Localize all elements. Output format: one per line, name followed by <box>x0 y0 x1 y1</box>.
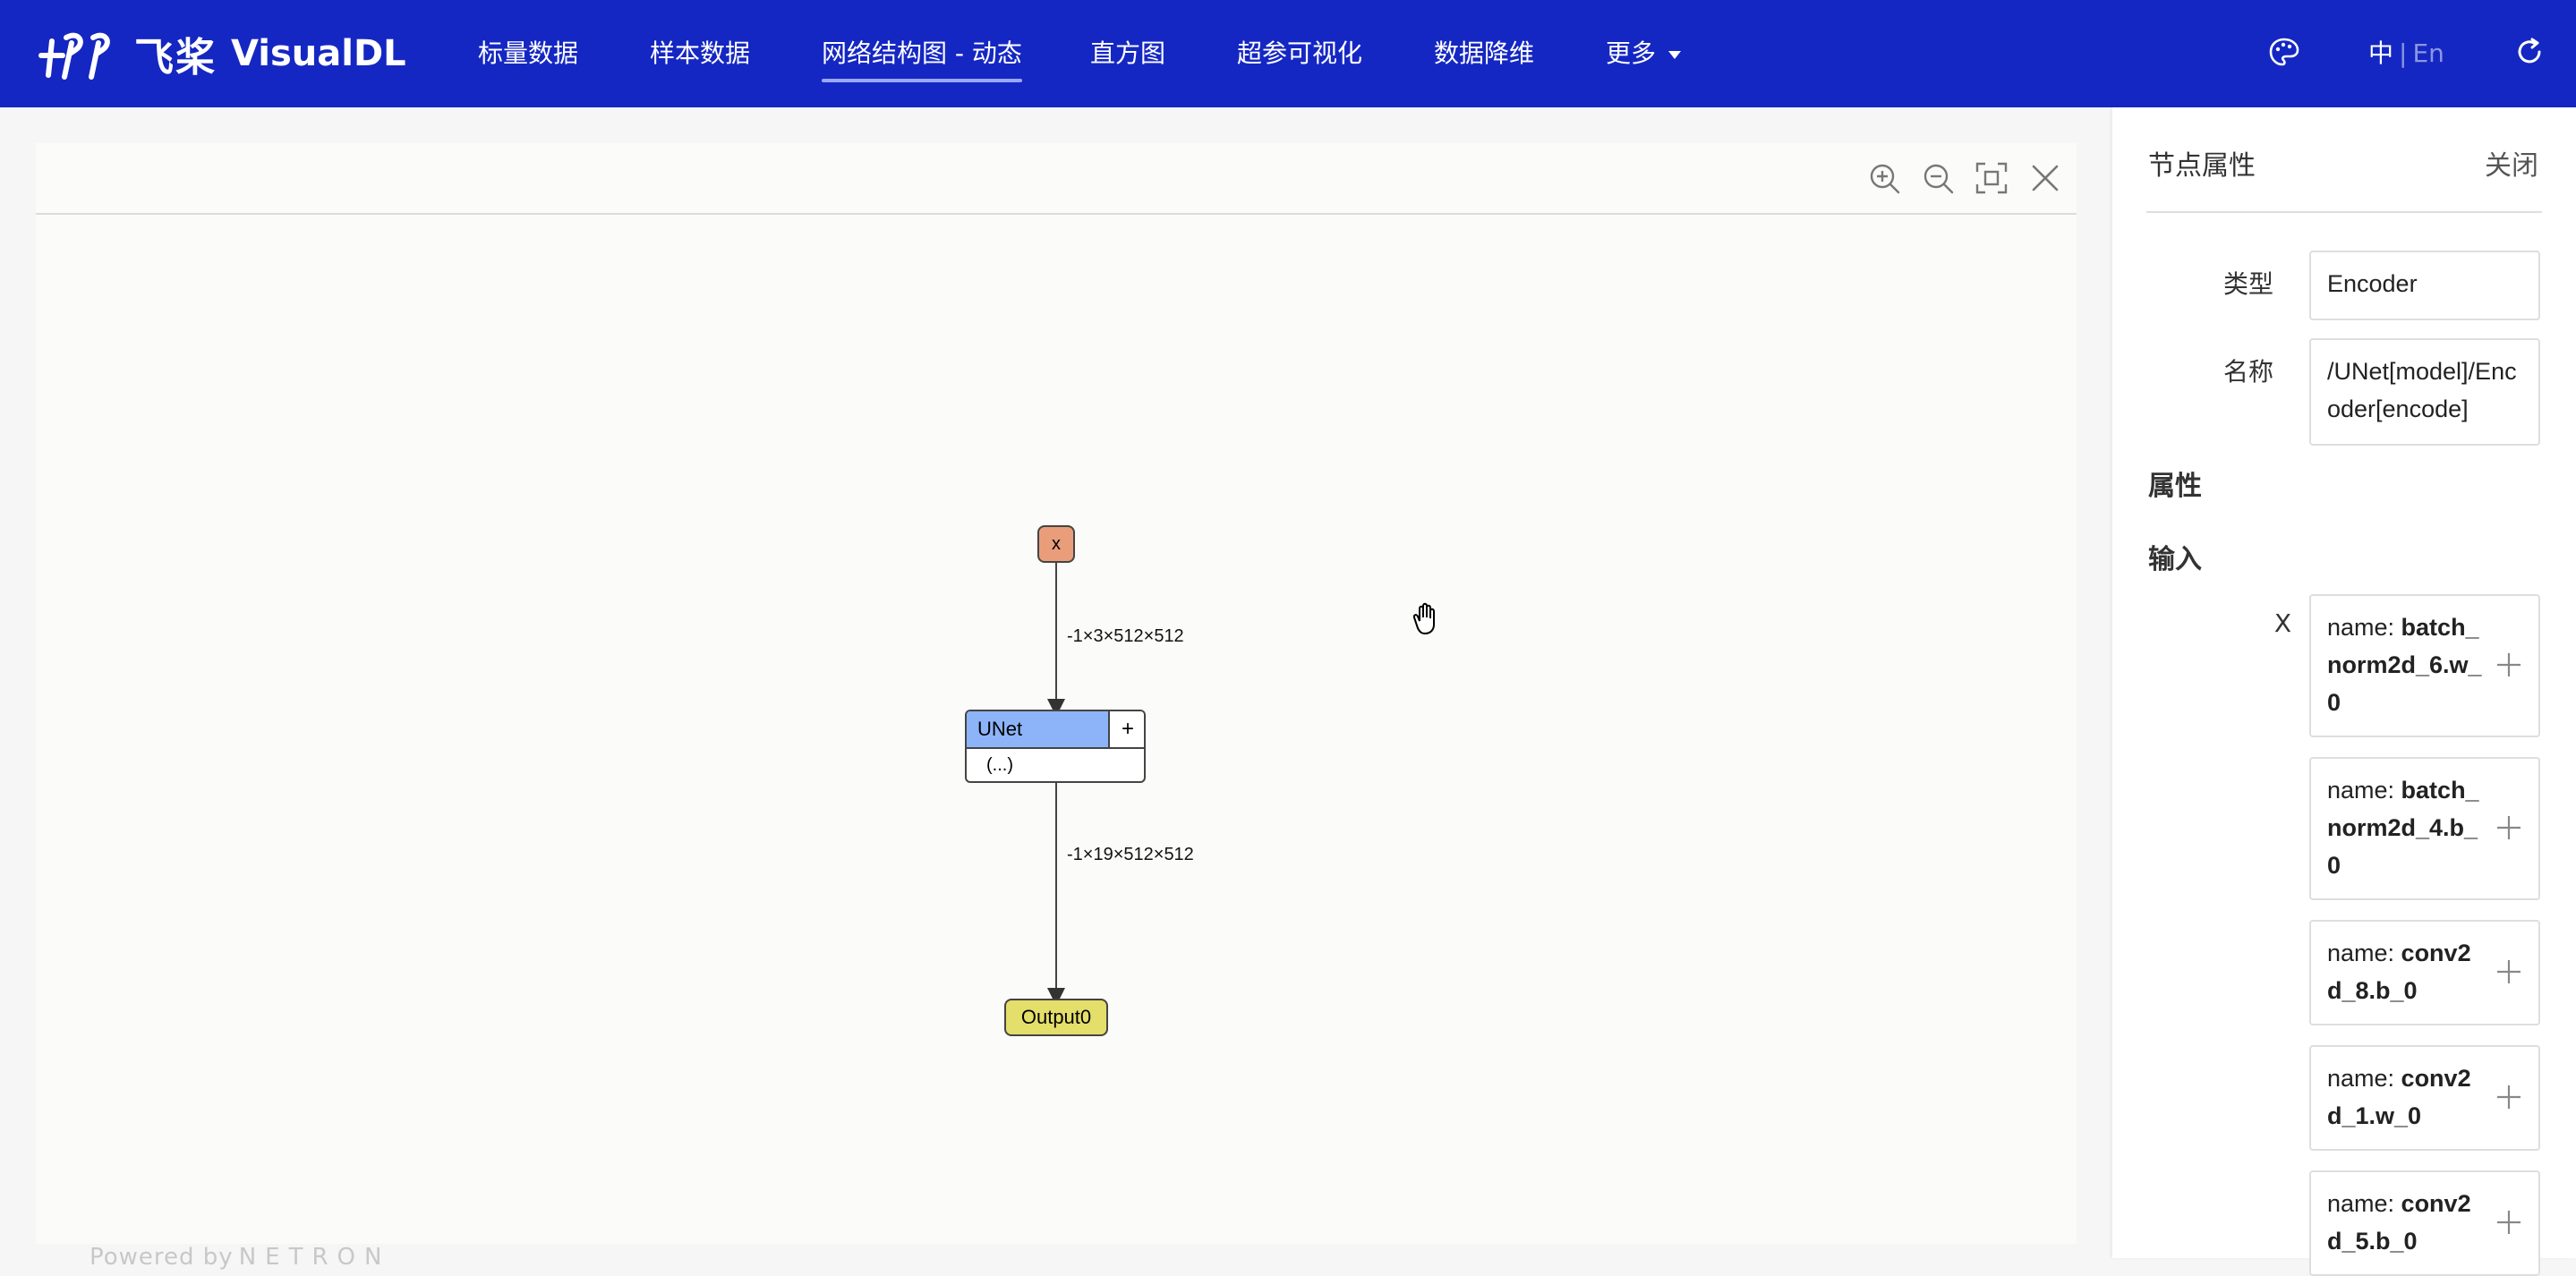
node-properties-panel: 节点属性 关闭 类型 Encoder 名称 /UNet[model]/Encod… <box>2112 107 2576 1276</box>
nav-hyperparameters[interactable]: 超参可视化 <box>1237 0 1362 107</box>
palette-icon[interactable] <box>2268 36 2300 68</box>
panel-title: 节点属性 <box>2148 150 2256 182</box>
paddle-logo-icon <box>38 32 110 80</box>
brand-chinese: 飞桨 <box>134 35 217 81</box>
graph-node-input[interactable]: x <box>1037 525 1075 563</box>
paddle-logo[interactable]: 飞桨 VisualDL <box>36 25 406 82</box>
input-prefix: name: <box>2327 614 2401 641</box>
unet-node-attributes: (...) <box>967 747 1144 781</box>
expand-plus-icon[interactable] <box>2494 1207 2524 1238</box>
edge-label-output-shape: -1×19×512×512 <box>1067 845 1194 864</box>
lang-en[interactable]: En <box>2412 38 2444 68</box>
expand-plus-icon[interactable] <box>2494 812 2524 843</box>
input-prefix: name: <box>2327 1190 2401 1217</box>
expand-node-button[interactable]: + <box>1108 711 1144 747</box>
top-nav-bar: 飞桨 VisualDL 标量数据 样本数据 网络结构图 - 动态 直方图 超参可… <box>0 0 2576 107</box>
unet-node-title: UNet <box>967 711 1108 747</box>
fit-screen-icon[interactable] <box>1973 159 2010 197</box>
type-field[interactable]: Encoder <box>2309 251 2540 320</box>
powered-by-label: Powered by <box>90 1244 234 1271</box>
expand-plus-icon[interactable] <box>2494 1082 2524 1112</box>
input-prefix: name: <box>2327 777 2401 804</box>
panel-close-button[interactable]: 关闭 <box>2485 143 2538 183</box>
expand-plus-icon[interactable] <box>2494 650 2524 680</box>
nav-more-label: 更多 <box>1606 38 1657 68</box>
graph-canvas[interactable]: x -1×3×512×512 UNet + (...) -1×19×512×51… <box>36 215 2077 1271</box>
powered-by-netron: Powered by NETRON <box>90 1244 390 1271</box>
nav-graph-dynamic[interactable]: 网络结构图 - 动态 <box>822 0 1022 107</box>
nav-histogram[interactable]: 直方图 <box>1090 0 1165 107</box>
language-switch[interactable]: 中 | En <box>2368 0 2444 107</box>
input-card[interactable]: name: conv2d_1.w_0 <box>2309 1045 2540 1151</box>
chevron-down-icon <box>1668 50 1682 59</box>
type-label: 类型 <box>2222 269 2273 299</box>
nav-more-menu[interactable]: 更多 <box>1606 0 1682 107</box>
hand-cursor-icon <box>1412 602 1435 635</box>
input-prefix: name: <box>2327 1065 2401 1092</box>
input-card[interactable]: name: conv2d_5.b_0 <box>2309 1170 2540 1276</box>
graph-node-output[interactable]: Output0 <box>1004 999 1108 1036</box>
netron-logo: NETRON <box>238 1244 391 1271</box>
attributes-section-title: 属性 <box>2148 471 2202 502</box>
inputs-section-title: 输入 <box>2148 544 2202 575</box>
input-prefix: name: <box>2327 940 2401 966</box>
graph-toolbar <box>36 143 2077 215</box>
expand-plus-icon[interactable] <box>2494 957 2524 987</box>
input-param-name: X <box>2273 608 2291 638</box>
input-card[interactable]: name: conv2d_8.b_0 <box>2309 920 2540 1025</box>
refresh-icon[interactable] <box>2513 36 2546 68</box>
input-card[interactable]: name: batch_norm2d_6.w_0 <box>2309 594 2540 737</box>
name-label: 名称 <box>2222 357 2273 387</box>
nav-dimension-reduction[interactable]: 数据降维 <box>1434 0 1534 107</box>
nav-scalar[interactable]: 标量数据 <box>478 0 578 107</box>
close-icon[interactable] <box>2026 159 2064 197</box>
nav-samples[interactable]: 样本数据 <box>650 0 750 107</box>
graph-panel: x -1×3×512×512 UNet + (...) -1×19×512×51… <box>36 143 2077 1271</box>
panel-divider <box>2146 211 2542 213</box>
lang-zh[interactable]: 中 <box>2368 38 2393 68</box>
zoom-out-icon[interactable] <box>1919 159 1957 197</box>
lang-separator: | <box>2399 38 2408 68</box>
input-card[interactable]: name: batch_norm2d_4.b_0 <box>2309 757 2540 900</box>
brand-name: VisualDL <box>231 33 406 74</box>
name-field[interactable]: /UNet[model]/Encoder[encode] <box>2309 338 2540 446</box>
edge-label-input-shape: -1×3×512×512 <box>1067 626 1184 646</box>
graph-node-unet[interactable]: UNet + (...) <box>965 710 1146 783</box>
zoom-in-icon[interactable] <box>1865 159 1903 197</box>
